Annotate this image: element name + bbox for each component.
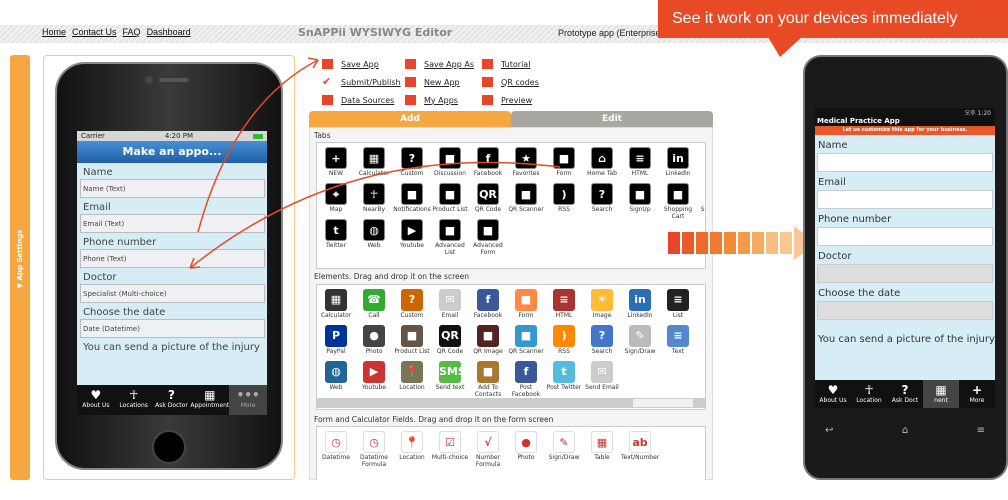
annotation-arrows	[189, 57, 561, 269]
arrow-to-save	[197, 59, 319, 233]
arrow-form-to-field	[189, 161, 561, 269]
